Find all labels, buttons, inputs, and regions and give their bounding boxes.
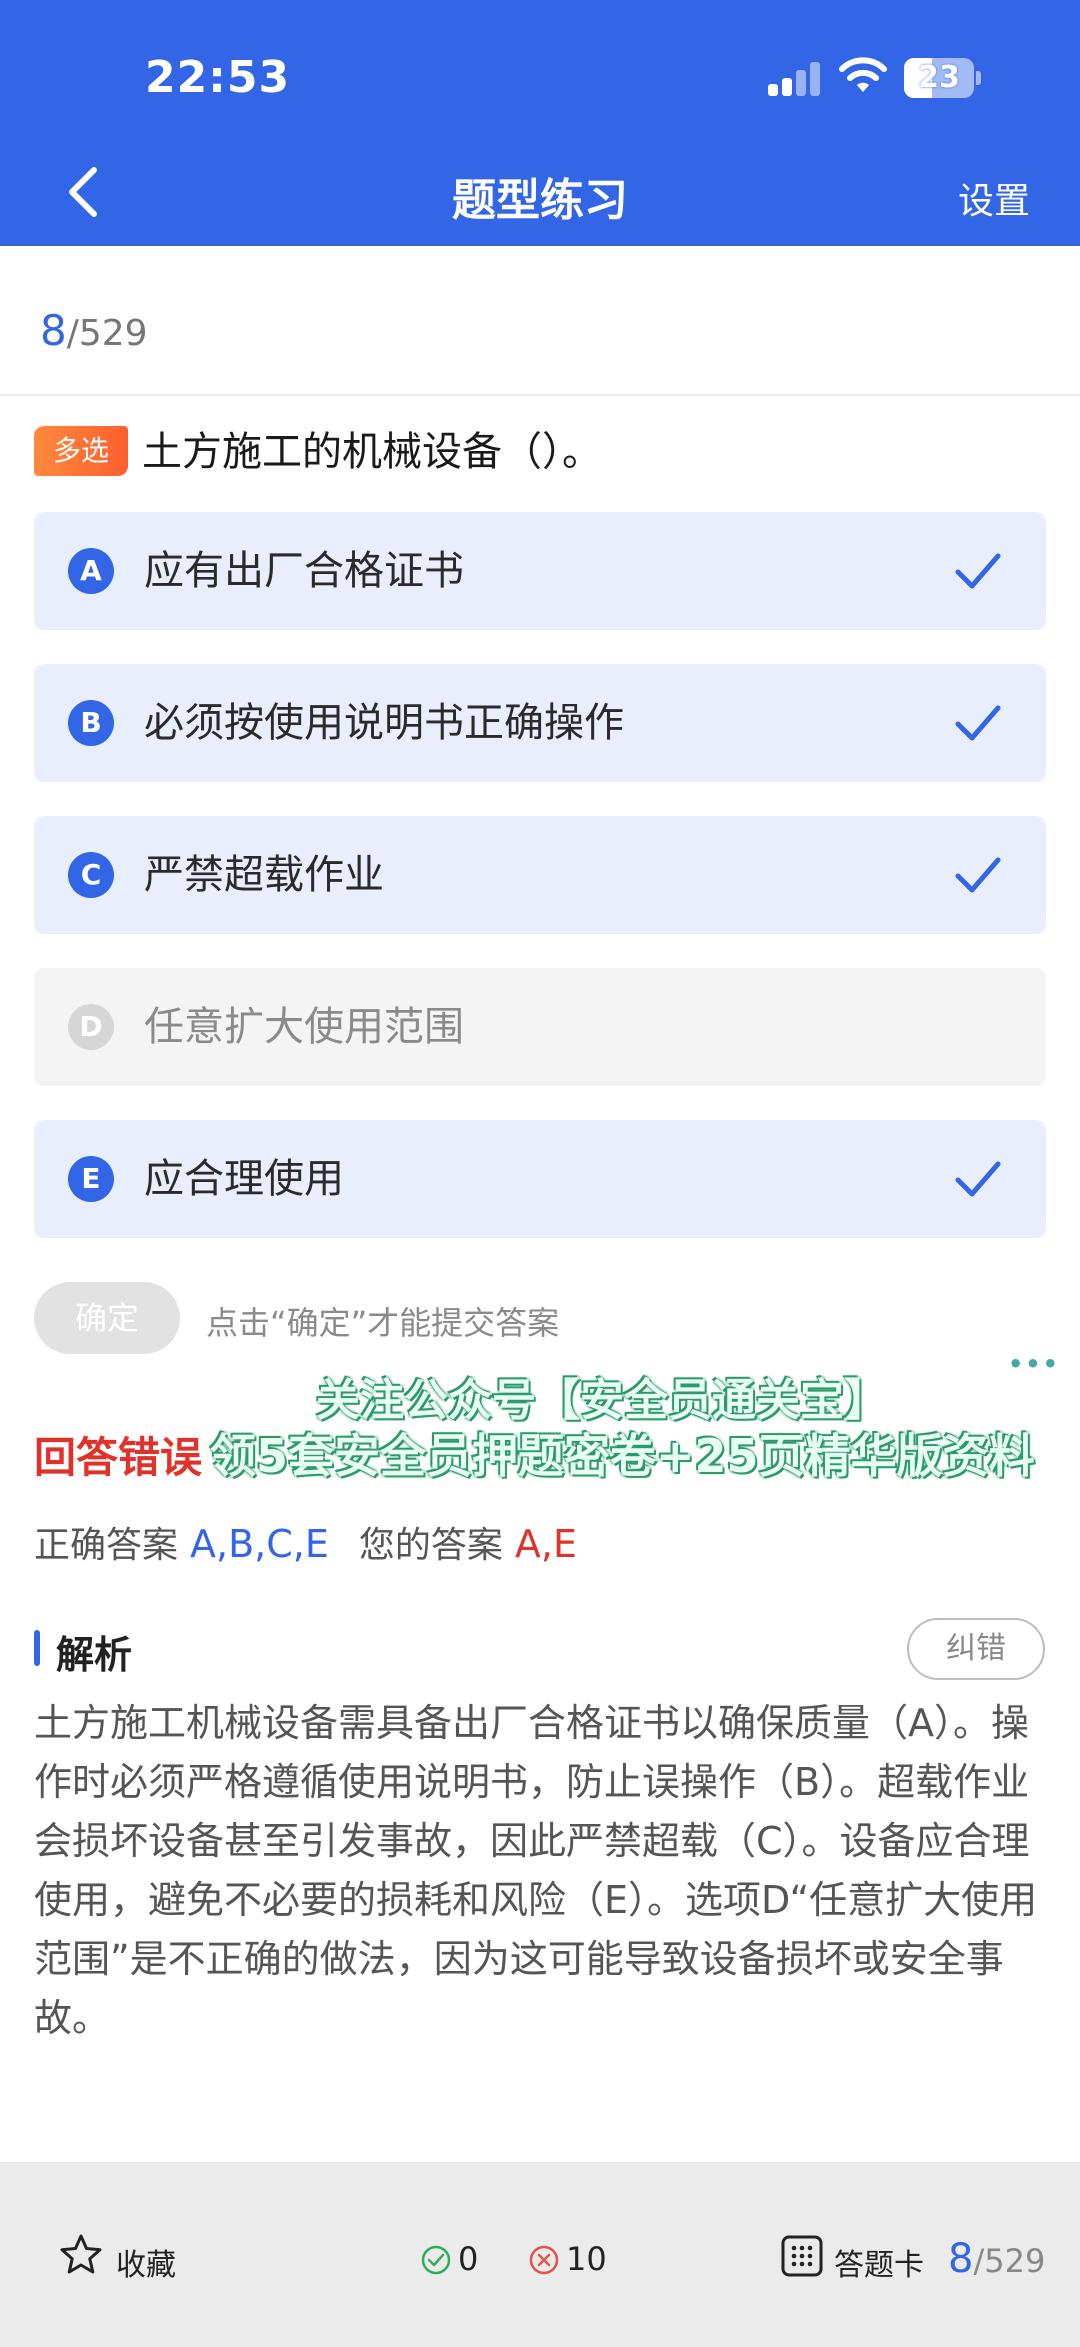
status-time: 22:53 xyxy=(145,52,291,103)
option-letter: E xyxy=(68,1156,114,1202)
question-type-badge: 多选 xyxy=(34,426,128,476)
option-letter: B xyxy=(68,700,114,746)
option-b[interactable]: B 必须按使用说明书正确操作 xyxy=(34,664,1046,782)
divider xyxy=(0,394,1080,396)
confirm-hint: 点击“确定”才能提交答案 xyxy=(206,1304,560,1342)
progress-current: 8 xyxy=(40,306,67,355)
check-icon xyxy=(955,553,1001,589)
answer-summary: 正确答案 A,B,C,E 您的答案 A,E xyxy=(34,1516,577,1568)
correct-circle-icon xyxy=(421,2245,451,2275)
option-e[interactable]: E 应合理使用 xyxy=(34,1120,1046,1238)
promo-overlay-line2: 领5套安全员押题密卷+25页精华版资料 xyxy=(210,1429,1035,1483)
bottom-progress: 8/529 xyxy=(948,2236,1045,2282)
page-title: 题型练习 xyxy=(452,175,628,226)
option-a[interactable]: A 应有出厂合格证书 xyxy=(34,512,1046,630)
option-text: 必须按使用说明书正确操作 xyxy=(144,700,624,746)
right-count-value: 0 xyxy=(458,2240,479,2278)
option-letter: A xyxy=(68,548,114,594)
grid-icon xyxy=(781,2235,823,2277)
question-text: 土方施工的机械设备（）。 xyxy=(142,429,602,475)
analysis-text: 土方施工机械设备需具备出厂合格证书以确保质量（A）。操作时必须严格遵循使用说明书… xyxy=(34,1701,1038,2040)
option-d[interactable]: D 任意扩大使用范围 xyxy=(34,968,1046,1086)
question-progress: 8/529 xyxy=(40,306,148,355)
wrong-count-value: 10 xyxy=(566,2240,607,2278)
correct-answer-value: A,B,C,E xyxy=(190,1522,329,1566)
option-letter: D xyxy=(68,1004,114,1050)
battery-icon: 23 xyxy=(904,58,981,98)
section-marker xyxy=(34,1630,40,1666)
option-text: 任意扩大使用范围 xyxy=(144,1004,464,1050)
result-wrong-label: 回答错误 xyxy=(34,1433,203,1482)
settings-button[interactable]: 设置 xyxy=(958,172,1030,224)
report-error-button[interactable]: 纠错 xyxy=(907,1618,1045,1680)
cellular-signal-icon xyxy=(768,62,820,96)
bottom-bar: 收藏 0 10 答题卡 8/529 xyxy=(0,2162,1080,2347)
your-answer-label: 您的答案 xyxy=(358,1525,503,1566)
battery-level: 23 xyxy=(918,60,960,95)
wrong-circle-icon xyxy=(529,2245,559,2275)
wifi-icon xyxy=(839,57,887,92)
option-c[interactable]: C 严禁超载作业 xyxy=(34,816,1046,934)
check-icon xyxy=(955,705,1001,741)
your-answer-value: A,E xyxy=(514,1522,577,1566)
option-letter: C xyxy=(68,852,114,898)
option-text: 应合理使用 xyxy=(144,1156,344,1202)
option-text: 严禁超载作业 xyxy=(144,852,384,898)
check-icon xyxy=(955,1161,1001,1197)
confirm-button[interactable]: 确定 xyxy=(34,1282,180,1354)
bottom-progress-current: 8 xyxy=(948,2236,974,2282)
nav-bar: 题型练习 设置 xyxy=(0,140,1080,246)
answer-card-label: 答题卡 xyxy=(834,2248,924,2283)
analysis-title: 解析 xyxy=(56,1633,133,1677)
promo-overlay-line1: 关注公众号【安全员通关宝】 xyxy=(316,1375,888,1426)
correct-answer-label: 正确答案 xyxy=(34,1525,179,1566)
status-bar: 22:53 23 xyxy=(0,0,1080,140)
option-text: 应有出厂合格证书 xyxy=(144,548,464,594)
more-icon[interactable]: ••• xyxy=(1008,1350,1060,1378)
question-row: 多选 土方施工的机械设备（）。 xyxy=(34,424,1044,480)
progress-total: /529 xyxy=(66,313,148,354)
bottom-progress-total: /529 xyxy=(973,2242,1046,2280)
favorite-label: 收藏 xyxy=(116,2248,176,2283)
star-icon xyxy=(60,2234,102,2274)
check-icon xyxy=(955,857,1001,893)
